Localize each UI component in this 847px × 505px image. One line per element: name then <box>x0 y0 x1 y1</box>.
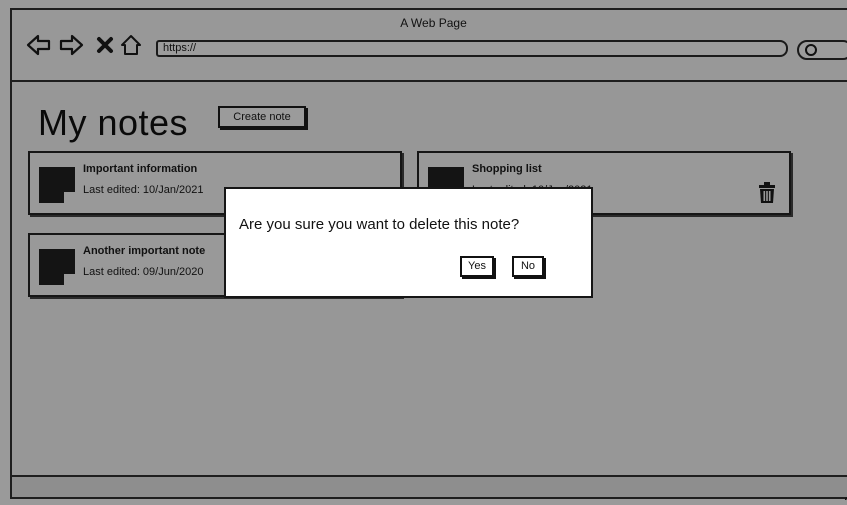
note-date: Last edited: 09/Jun/2020 <box>83 266 204 278</box>
browser-window: A Web Page https:// My notes Create note… <box>10 8 847 501</box>
note-icon <box>39 249 75 285</box>
status-bar <box>12 475 847 501</box>
page-title: My notes <box>38 102 189 143</box>
url-input[interactable]: https:// <box>156 40 788 57</box>
back-arrow-icon[interactable] <box>26 32 52 58</box>
note-date: Last edited: 10/Jan/2021 <box>83 184 204 196</box>
no-button[interactable]: No <box>512 256 544 277</box>
note-title: Shopping list <box>472 163 542 175</box>
note-icon <box>39 167 75 203</box>
home-icon[interactable] <box>118 32 144 58</box>
note-title: Another important note <box>83 245 206 257</box>
browser-toolbar: A Web Page https:// <box>12 10 847 82</box>
search-button[interactable] <box>797 40 847 60</box>
yes-button[interactable]: Yes <box>460 256 494 277</box>
note-title: Important information <box>83 163 198 175</box>
dialog-message: Are you sure you want to delete this not… <box>239 216 520 233</box>
create-note-button[interactable]: Create note <box>218 106 306 128</box>
window-title: A Web Page <box>400 16 467 30</box>
trash-icon[interactable] <box>757 182 777 204</box>
delete-confirm-dialog: Are you sure you want to delete this not… <box>224 187 593 298</box>
forward-arrow-icon[interactable] <box>58 32 84 58</box>
magnifier-icon <box>805 44 817 56</box>
stop-x-icon[interactable] <box>92 32 118 58</box>
